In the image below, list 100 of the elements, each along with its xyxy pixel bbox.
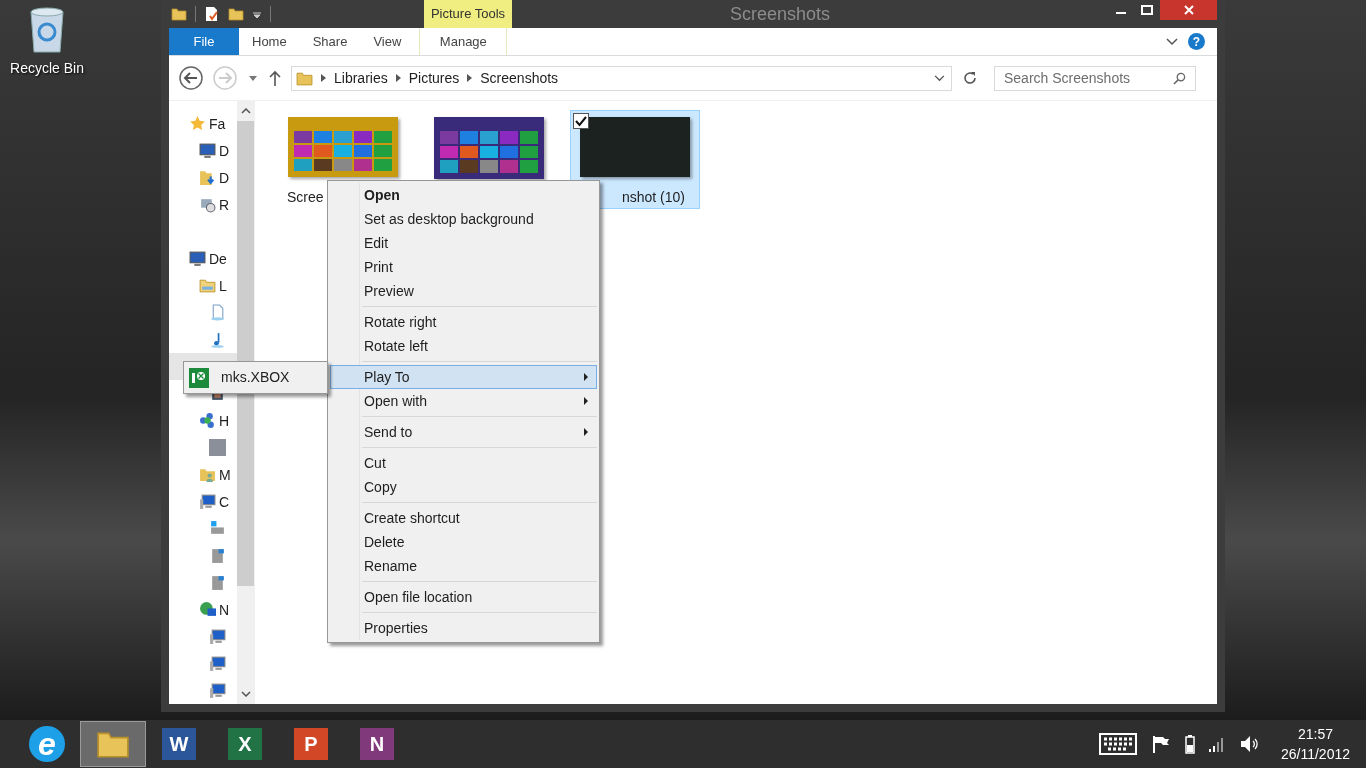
signal-bars-icon[interactable] bbox=[1208, 736, 1225, 752]
drive-icon bbox=[209, 547, 226, 564]
library-folder-icon bbox=[199, 277, 216, 294]
breadcrumb-arrow-icon[interactable] bbox=[395, 74, 401, 82]
drive-icon bbox=[209, 520, 226, 537]
globe-computer-icon bbox=[199, 601, 216, 618]
chevron-down-icon[interactable] bbox=[240, 691, 251, 697]
menu-item[interactable]: Rotate left bbox=[330, 334, 597, 358]
nav-tree-item[interactable]: D bbox=[169, 164, 237, 191]
breadcrumb[interactable]: Pictures bbox=[408, 67, 460, 89]
taskbar-button[interactable]: P bbox=[278, 721, 344, 767]
ribbon-tab[interactable]: View bbox=[360, 28, 415, 55]
menu-item[interactable]: Rename bbox=[330, 554, 597, 578]
menu-item[interactable]: mks.XBOX bbox=[186, 364, 325, 391]
menu-item[interactable]: Set as desktop background bbox=[330, 207, 597, 231]
chevron-up-icon[interactable] bbox=[240, 108, 251, 114]
clock-date: 26/11/2012 bbox=[1280, 745, 1350, 764]
user-folder-icon bbox=[199, 466, 216, 483]
caret-down-icon[interactable] bbox=[249, 75, 257, 81]
drive-icon bbox=[209, 574, 226, 591]
checkbox[interactable] bbox=[573, 113, 589, 129]
breadcrumb[interactable]: Screenshots bbox=[480, 67, 559, 89]
app-letter-icon: W bbox=[162, 728, 196, 760]
menu-item[interactable]: Edit bbox=[330, 231, 597, 255]
menu-item[interactable]: Create shortcut bbox=[330, 506, 597, 530]
device-play-icon bbox=[189, 367, 209, 388]
nav-tree-item[interactable]: D bbox=[169, 137, 237, 164]
caret-down-icon[interactable] bbox=[252, 9, 262, 19]
nav-item-label: H bbox=[219, 413, 230, 428]
nav-item-label: N bbox=[219, 602, 230, 617]
search-field[interactable]: Search Screenshots bbox=[994, 65, 1196, 91]
menu-item[interactable]: Send to bbox=[330, 420, 597, 444]
ribbon-tab[interactable]: Home bbox=[239, 28, 300, 55]
nav-tree-item[interactable]: H bbox=[169, 407, 237, 434]
menu-item[interactable]: Play To bbox=[330, 365, 597, 389]
nav-tree-item[interactable]: M bbox=[169, 461, 237, 488]
submenu-arrow-icon bbox=[584, 428, 588, 436]
file-tab[interactable]: File bbox=[169, 28, 239, 55]
clock[interactable]: 21:57 26/11/2012 bbox=[1280, 724, 1350, 764]
document-icon bbox=[209, 304, 226, 321]
nav-item-label: De bbox=[209, 251, 227, 266]
clock-time: 21:57 bbox=[1297, 725, 1333, 744]
new-folder-icon bbox=[228, 6, 244, 22]
help-button[interactable]: ? bbox=[1188, 33, 1205, 50]
back-button[interactable] bbox=[179, 66, 203, 90]
menu-item[interactable]: Preview bbox=[330, 279, 597, 303]
taskbar-button[interactable]: W bbox=[146, 721, 212, 767]
nav-tree-item[interactable]: R bbox=[169, 191, 237, 218]
folder-download-icon bbox=[199, 169, 216, 186]
breadcrumb[interactable]: Libraries bbox=[334, 67, 388, 89]
chevron-down-icon[interactable] bbox=[934, 74, 945, 82]
star-icon bbox=[189, 115, 206, 132]
nav-tree-item[interactable]: N bbox=[169, 596, 237, 623]
menu-item[interactable]: Delete bbox=[330, 530, 597, 554]
taskbar-button[interactable] bbox=[80, 721, 146, 767]
file-name: Scree bbox=[286, 188, 324, 207]
properties-icon[interactable] bbox=[204, 6, 220, 22]
desktop-icon-label: Recycle Bin bbox=[10, 59, 84, 78]
computer-icon bbox=[209, 655, 226, 672]
keyboard-icon[interactable] bbox=[1098, 733, 1137, 755]
taskbar-button[interactable]: N bbox=[344, 721, 410, 767]
menu-item[interactable]: Open with bbox=[330, 389, 597, 413]
homegroup-icon bbox=[199, 412, 216, 429]
ribbon-tab[interactable]: Share bbox=[299, 28, 361, 55]
app-letter-icon: X bbox=[228, 728, 262, 760]
chevron-down-icon[interactable] bbox=[1166, 37, 1178, 46]
monitor-icon bbox=[189, 250, 206, 267]
menu-item[interactable]: Print bbox=[330, 255, 597, 279]
nav-tree-item[interactable]: L bbox=[169, 272, 237, 299]
monitor-icon bbox=[199, 142, 216, 159]
search-icon[interactable] bbox=[1173, 71, 1186, 85]
close-button[interactable] bbox=[1160, 0, 1217, 20]
checkmark-icon bbox=[575, 115, 587, 127]
up-arrow-icon[interactable] bbox=[269, 70, 281, 86]
file-name: nshot (10) bbox=[621, 188, 686, 207]
taskbar-button[interactable]: X bbox=[212, 721, 278, 767]
nav-tree-item[interactable]: C bbox=[169, 488, 237, 515]
nav-tree-item[interactable]: De bbox=[169, 245, 237, 272]
desktop-shortcut[interactable]: Recycle Bin bbox=[4, 6, 90, 79]
refresh-icon[interactable] bbox=[962, 70, 978, 86]
nav-tree-item[interactable]: Fa bbox=[169, 110, 237, 137]
window-title: Screenshots bbox=[729, 2, 831, 26]
computer-icon bbox=[199, 493, 216, 510]
menu-item[interactable]: Open file location bbox=[330, 585, 597, 609]
music-note-icon bbox=[209, 331, 226, 348]
folder-icon bbox=[171, 6, 187, 22]
file-item[interactable]: nshot (10) bbox=[570, 110, 700, 209]
breadcrumb-arrow-icon[interactable] bbox=[467, 74, 473, 82]
submenu-arrow-icon bbox=[584, 373, 588, 381]
menu-item[interactable]: Copy bbox=[330, 475, 597, 499]
app-letter-icon: P bbox=[294, 728, 328, 760]
menu-item[interactable]: Rotate right bbox=[330, 310, 597, 334]
address-bar[interactable]: Libraries Pictures Screenshots bbox=[291, 65, 952, 91]
app-letter-icon: N bbox=[360, 728, 394, 760]
battery-icon[interactable] bbox=[1184, 734, 1195, 754]
breadcrumb-arrow-icon[interactable] bbox=[321, 74, 326, 82]
speaker-icon[interactable] bbox=[1238, 734, 1259, 754]
menu-item[interactable]: Cut bbox=[330, 451, 597, 475]
menu-item[interactable]: Properties bbox=[330, 616, 597, 640]
flag-icon[interactable] bbox=[1150, 734, 1171, 754]
